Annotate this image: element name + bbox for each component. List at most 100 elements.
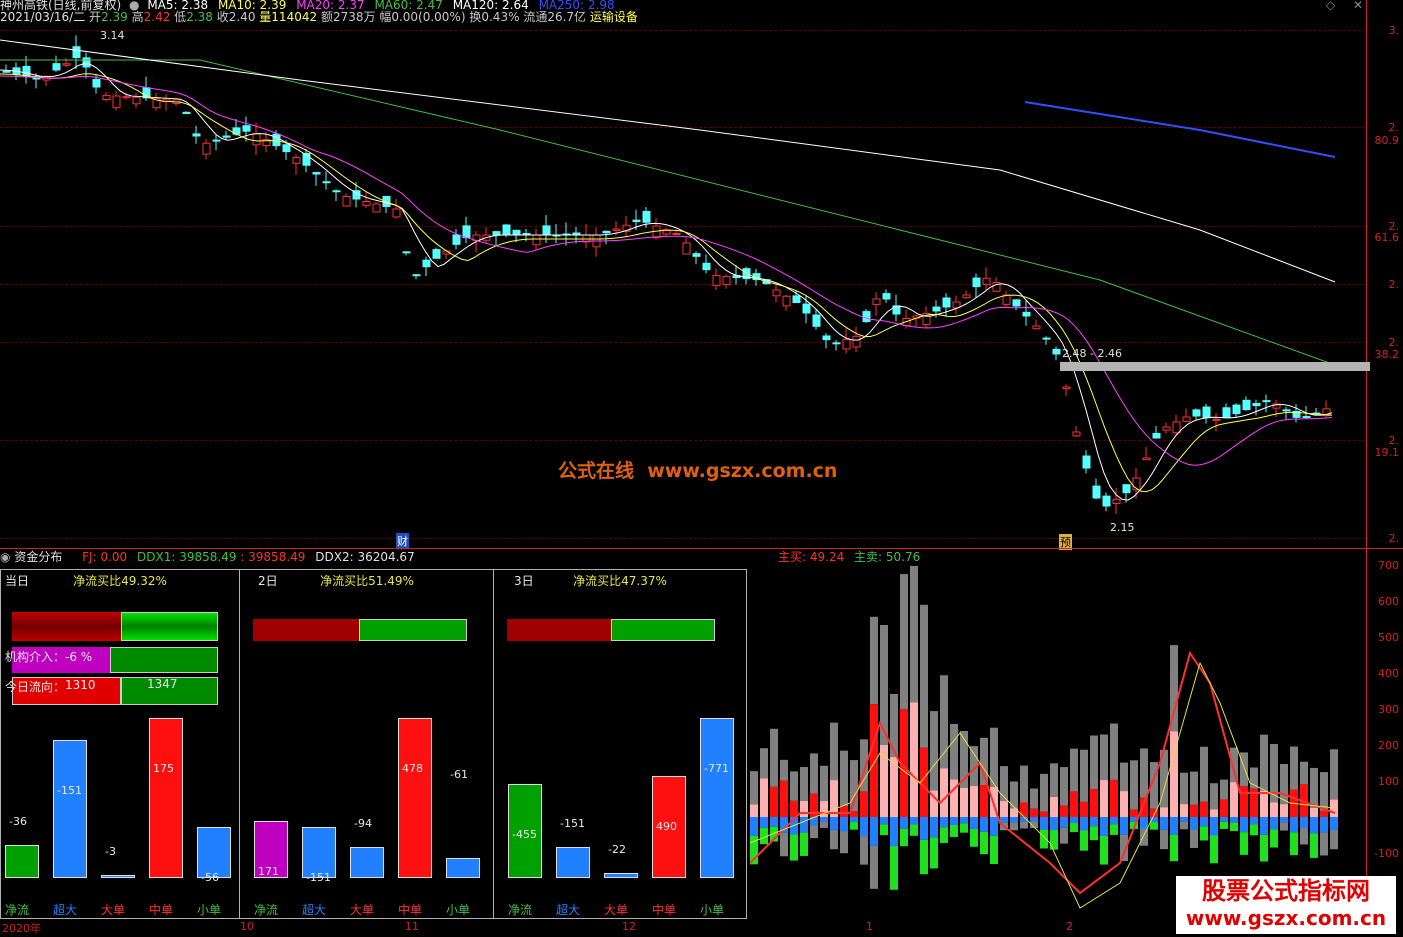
candle-body [72, 46, 81, 58]
flow-bar-大单 [604, 873, 638, 878]
axis-label: 200 [1378, 739, 1399, 752]
flow-bar-blue [760, 817, 768, 828]
flow-bar-green [850, 822, 858, 830]
candle-body [962, 294, 971, 299]
flow-bar-red [1070, 791, 1078, 817]
flow-bar-red [940, 768, 948, 817]
axis-label: 2. [1388, 532, 1400, 545]
fj-value: FJ: 0.00 [82, 550, 128, 564]
flow-bar-blue [1290, 817, 1298, 833]
zhumaic-value: 主卖: 50.76 [854, 550, 921, 564]
ratio-bar-green [121, 612, 218, 641]
candle-body [192, 133, 201, 137]
flow-bar-red [1210, 809, 1218, 817]
flow-bar-red [1080, 801, 1088, 817]
candle-body [1092, 485, 1101, 499]
candle-body [462, 225, 471, 239]
flow-bar-red [1270, 802, 1278, 817]
flow-bar-green [1330, 829, 1338, 850]
candle-body [872, 298, 881, 305]
flow-bar-gray [910, 565, 918, 703]
category-label: 小单 [700, 903, 725, 917]
flow-bar-green [1210, 835, 1218, 864]
flow-bar-red [860, 791, 868, 817]
flow-bar-gray [790, 771, 798, 801]
candle-body [1252, 403, 1261, 407]
flow-bar-gray [1090, 735, 1098, 790]
flow-left-value: 1310 [65, 678, 96, 692]
candle-body [782, 295, 791, 307]
candle-body [852, 335, 861, 348]
flow-bar-blue [880, 817, 888, 825]
candle-body [112, 95, 121, 109]
chevron-down-icon[interactable]: ◉ [0, 550, 10, 564]
flow-bar-red [1320, 810, 1328, 817]
panel-today: 当日 净流买比49.32% 机构介入：-6 % 今日流向： 1310 1347 … [0, 569, 240, 919]
flow-bar-blue [1050, 817, 1058, 831]
flow-bar-gray [1020, 765, 1028, 803]
candle-body [412, 274, 421, 277]
candle-body [132, 96, 141, 105]
axis-label: 2. [1388, 278, 1400, 291]
flow-bar-green [1140, 828, 1148, 846]
candle-body [1232, 404, 1241, 415]
flow-bar-green [910, 824, 918, 836]
buy-sell-header: 主买: 49.24 主卖: 50.76 [778, 550, 920, 564]
indicator-title[interactable]: 资金分布 [14, 550, 62, 564]
high-mark: 3.14 [100, 29, 125, 42]
candle-body [1282, 409, 1291, 412]
candle-body [602, 230, 611, 234]
candle-body [542, 225, 551, 236]
candle-body [402, 251, 411, 254]
flow-bar-red [1050, 796, 1058, 817]
axis-label: 3. [1388, 24, 1400, 37]
candle-body [202, 142, 211, 155]
flow-bar-green [990, 835, 998, 864]
flow-bar-green [1300, 828, 1308, 845]
flow-bar-green [830, 829, 838, 850]
flow-bar-gray [1220, 779, 1228, 800]
flow-bar-green [1250, 824, 1258, 836]
flow-bar-red [920, 747, 928, 817]
flow-bar-gray [780, 759, 788, 781]
flow-bar-blue [960, 817, 968, 824]
candle-body [642, 210, 651, 223]
axis-label: 700 [1378, 559, 1399, 572]
candle-body [692, 253, 701, 257]
flow-bar-净流 [5, 845, 39, 878]
candle-body [102, 94, 111, 100]
flow-bar-blue [1330, 817, 1338, 830]
flow-bar-blue [910, 817, 918, 825]
flow-bar-green [860, 836, 868, 865]
flow-bar-red [1120, 791, 1128, 817]
flow-bar-red [1060, 805, 1068, 817]
flow-bar-blue [1060, 817, 1068, 828]
axis-label: 38.2 [1374, 348, 1400, 361]
candle-body [92, 79, 101, 88]
candle-body [362, 201, 371, 206]
flow-bar-red [1240, 786, 1248, 817]
flow-value: 175 [153, 762, 174, 775]
flow-bar-gray [940, 675, 948, 769]
flow-bar-green [1230, 822, 1238, 832]
flow-bar-gray [1190, 771, 1198, 805]
flow-right-value: 1347 [147, 677, 178, 691]
flow-bar-gray [1000, 766, 1008, 802]
flow-bar-green [1280, 822, 1288, 831]
candle-body [372, 203, 381, 213]
flow-bar-blue [1310, 817, 1318, 834]
candle-body [682, 242, 691, 255]
cai-badge[interactable]: 财 [396, 533, 409, 549]
flow-bar-gray [1210, 783, 1218, 810]
category-label: 大单 [350, 903, 375, 917]
inst-label: 机构介入：-6 % [5, 650, 93, 664]
flow-bar-gray [1240, 752, 1248, 787]
flow-bar-gray [1140, 748, 1148, 798]
flow-bar-gray [1310, 767, 1318, 808]
flow-bar-green [880, 824, 888, 836]
flow-bar-blue [1280, 817, 1288, 823]
flow-bar-gray [820, 765, 828, 802]
candle-body [272, 133, 281, 147]
flow-bar-red [790, 800, 798, 817]
flow-label: 今日流向： [5, 680, 66, 694]
